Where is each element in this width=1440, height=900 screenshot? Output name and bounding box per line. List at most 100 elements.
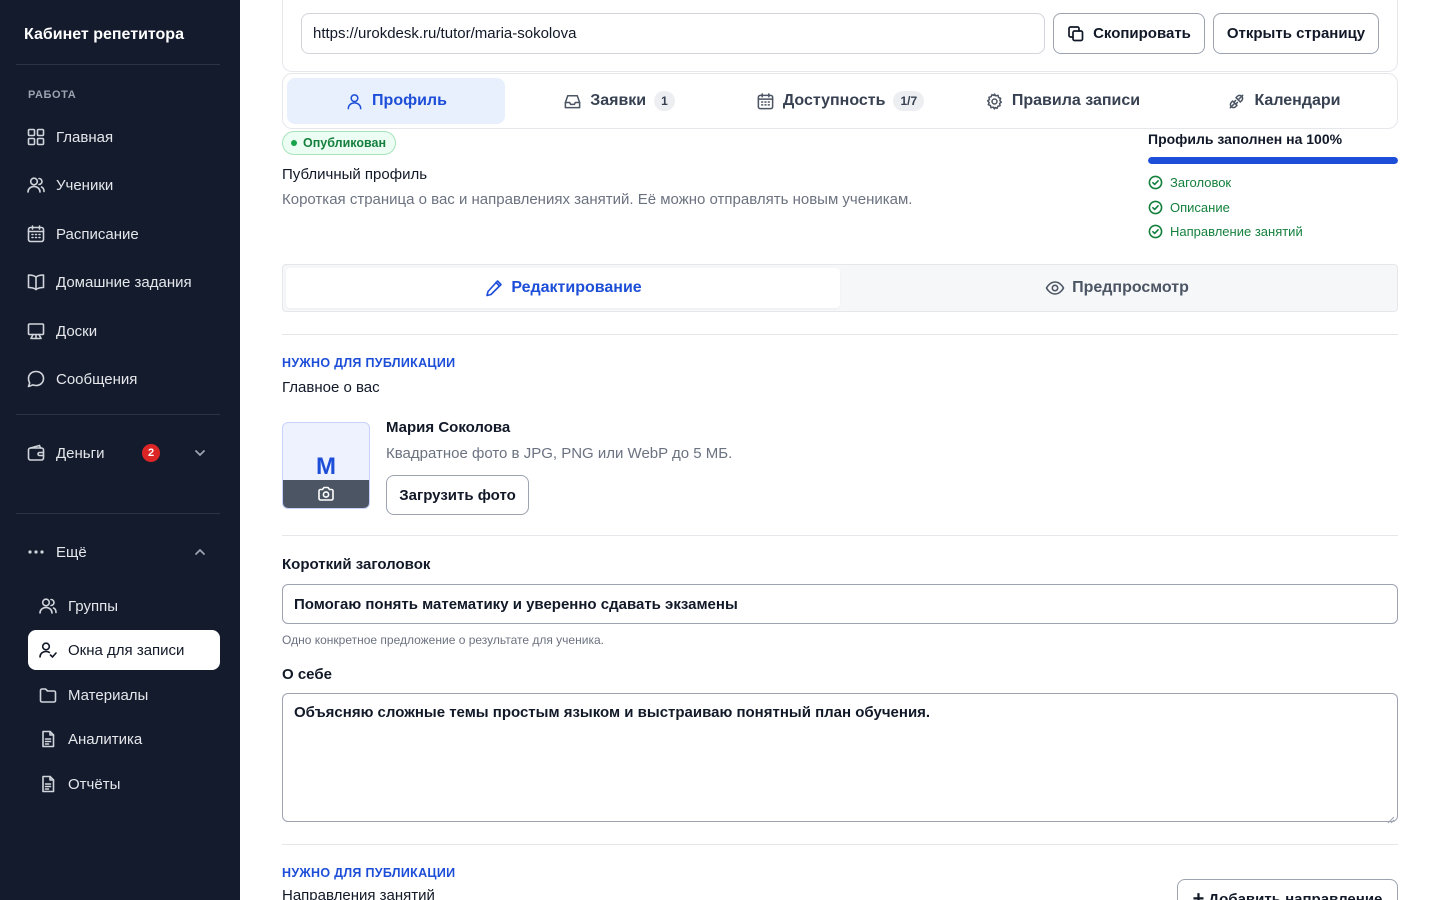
sidebar-item-boards[interactable]: Доски: [16, 311, 220, 351]
headline-hint: Одно конкретное предложение о результате…: [282, 633, 604, 647]
page-description: Короткая страница о вас и направлениях з…: [282, 191, 913, 208]
notification-badge: 2: [142, 444, 160, 462]
sidebar-item-schedule[interactable]: Расписание: [16, 214, 220, 254]
tab-label: Правила записи: [1011, 92, 1141, 109]
check-circle-icon: [1148, 175, 1163, 190]
avatar[interactable]: М: [282, 422, 370, 509]
add-direction-button[interactable]: + Добавить направление: [1177, 879, 1398, 900]
user-check-icon: [38, 640, 58, 660]
open-page-label: Открыть страницу: [1226, 25, 1366, 42]
about-textarea[interactable]: Объясняю сложные темы простым языком и в…: [282, 693, 1398, 824]
required-label: НУЖНО ДЛЯ ПУБЛИКАЦИИ: [282, 866, 456, 880]
tab-availability[interactable]: Доступность 1/7: [740, 78, 940, 124]
sidebar-item-label: Сообщения: [56, 370, 138, 388]
about-label: О себе: [282, 666, 332, 683]
copy-link-button[interactable]: Скопировать: [1053, 13, 1205, 54]
preview-mode-button[interactable]: Предпросмотр: [840, 268, 1394, 308]
edit-mode-button[interactable]: Редактирование: [286, 268, 840, 308]
sidebar-item-label: Домашние задания: [56, 273, 192, 291]
checklist-label: Описание: [1170, 200, 1230, 215]
sidebar-item-students[interactable]: Ученики: [16, 165, 220, 205]
public-url-field[interactable]: https://urokdesk.ru/tutor/maria-sokolova: [301, 13, 1045, 54]
tab-count-badge: 1: [654, 91, 675, 111]
inbox-icon: [564, 94, 581, 108]
tab-profile[interactable]: Профиль: [287, 78, 505, 124]
users-icon: [38, 596, 58, 616]
sidebar-divider: [16, 513, 220, 514]
plus-icon: +: [1192, 887, 1205, 900]
sidebar-item-label: Окна для записи: [68, 641, 185, 659]
sidebar-item-booking-slots[interactable]: Окна для записи: [28, 630, 220, 670]
completion-title: Профиль заполнен на 100%: [1148, 131, 1343, 147]
copy-icon: [1068, 25, 1084, 41]
users-icon: [26, 175, 46, 195]
dashboard-icon: [26, 127, 46, 147]
sidebar-item-more[interactable]: Ещё: [16, 532, 220, 572]
calendar-icon: [757, 92, 774, 109]
tab-label: Профиль: [372, 92, 447, 109]
app-brand: Кабинет репетитора: [24, 26, 184, 43]
checklist-item: Заголовок: [1148, 175, 1231, 190]
preview-mode-label: Предпросмотр: [1072, 279, 1189, 296]
photo-hint: Квадратное фото в JPG, PNG или WebP до 5…: [386, 445, 733, 462]
checklist-label: Заголовок: [1170, 175, 1232, 190]
sidebar-item-analytics[interactable]: Аналитика: [28, 719, 220, 759]
checklist-label: Направление занятий: [1170, 224, 1303, 239]
document-icon: [38, 774, 58, 794]
sidebar-item-home[interactable]: Главная: [16, 117, 220, 157]
open-page-button[interactable]: Открыть страницу: [1213, 13, 1379, 54]
check-circle-icon: [1148, 224, 1163, 239]
resize-handle-icon[interactable]: [1387, 811, 1395, 824]
headline-label: Короткий заголовок: [282, 556, 431, 573]
wallet-icon: [26, 443, 46, 463]
sidebar-section-label: РАБОТА: [28, 89, 77, 101]
sidebar-item-label: Доски: [56, 322, 98, 340]
status-label: Опубликован: [303, 136, 387, 150]
tab-label: Доступность: [782, 92, 886, 109]
tab-requests[interactable]: Заявки 1: [540, 78, 698, 124]
camera-icon[interactable]: [283, 480, 369, 508]
tab-booking-rules[interactable]: Правила записи: [970, 78, 1155, 124]
sidebar-item-label: Ученики: [56, 176, 114, 194]
plug-icon: [1230, 94, 1244, 108]
board-icon: [26, 321, 46, 341]
edit-mode-label: Редактирование: [511, 279, 642, 296]
book-icon: [26, 272, 46, 292]
section-title: Главное о вас: [282, 379, 380, 396]
sidebar-item-reports[interactable]: Отчёты: [28, 764, 220, 804]
copy-link-label: Скопировать: [1093, 25, 1191, 42]
tab-label: Заявки: [590, 92, 647, 109]
completion-progress-bar: [1148, 157, 1398, 164]
eye-icon: [1045, 281, 1065, 295]
section-divider: [282, 334, 1398, 335]
sidebar-item-label: Группы: [68, 597, 118, 615]
user-icon: [347, 93, 362, 109]
tab-calendars[interactable]: Календари: [1210, 78, 1358, 124]
upload-photo-label: Загрузить фото: [399, 486, 516, 504]
sidebar: Кабинет репетитора РАБОТА Главная Ученик…: [0, 0, 240, 900]
document-icon: [38, 729, 58, 749]
sidebar-item-money[interactable]: Деньги 2: [16, 433, 220, 473]
about-text: Объясняю сложные темы простым языком и в…: [294, 704, 931, 721]
checklist-item: Описание: [1148, 200, 1230, 215]
checklist-item: Направление занятий: [1148, 224, 1303, 239]
tutor-name: Мария Соколова: [386, 419, 511, 436]
sidebar-item-label: Деньги: [56, 444, 105, 462]
sidebar-item-label: Аналитика: [68, 730, 143, 748]
section-divider: [282, 844, 1398, 845]
sidebar-divider: [16, 64, 220, 65]
add-direction-label: Добавить направление: [1208, 890, 1383, 900]
tab-count-badge: 1/7: [893, 91, 925, 111]
required-label: НУЖНО ДЛЯ ПУБЛИКАЦИИ: [282, 356, 456, 370]
sidebar-item-label: Отчёты: [68, 775, 121, 793]
more-dots-icon: [26, 542, 46, 562]
sidebar-item-homework[interactable]: Домашние задания: [16, 262, 220, 302]
headline-input[interactable]: Помогаю понять математику и уверенно сда…: [282, 584, 1398, 624]
sidebar-item-groups[interactable]: Группы: [28, 586, 220, 626]
sidebar-item-materials[interactable]: Материалы: [28, 675, 220, 715]
gear-icon: [986, 92, 1002, 110]
sidebar-item-label: Ещё: [56, 543, 87, 561]
sidebar-item-messages[interactable]: Сообщения: [16, 359, 220, 399]
upload-photo-button[interactable]: Загрузить фото: [386, 475, 529, 515]
status-badge: Опубликован: [282, 131, 397, 155]
